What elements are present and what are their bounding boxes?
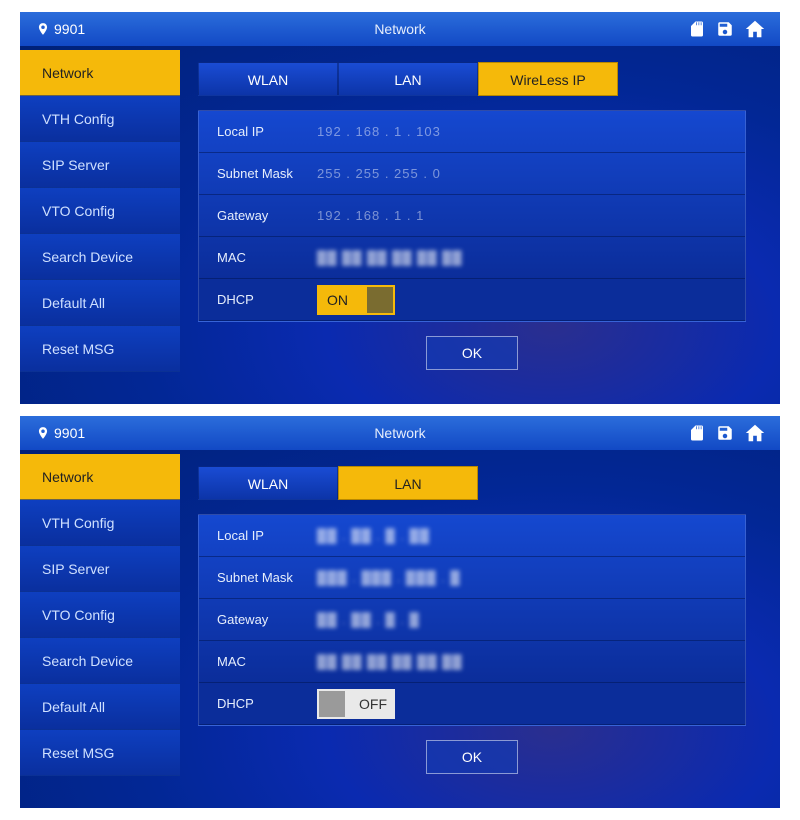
tab-lan[interactable]: LAN [338, 62, 478, 96]
sidebar-item-sip-server[interactable]: SIP Server [20, 546, 180, 592]
ok-button[interactable]: OK [426, 336, 518, 370]
page-title: Network [374, 21, 425, 37]
row-mac: MAC ██ ██ ██ ██ ██ ██ [199, 237, 745, 279]
gateway-label: Gateway [217, 612, 317, 627]
mac-value: ██ ██ ██ ██ ██ ██ [317, 250, 463, 265]
device-id-text: 9901 [54, 425, 85, 441]
row-mac: MAC ██ ██ ██ ██ ██ ██ [199, 641, 745, 683]
sidebar-item-network[interactable]: Network [20, 50, 180, 96]
row-dhcp: DHCP OFF [199, 683, 745, 725]
tabs: WLAN LAN [198, 466, 746, 500]
sidebar-item-vto-config[interactable]: VTO Config [20, 592, 180, 638]
device-id: 9901 [36, 21, 85, 37]
row-local-ip: Local IP ██ . ██ . █ . ██ [199, 515, 745, 557]
local-ip-label: Local IP [217, 124, 317, 139]
location-pin-icon [36, 425, 50, 441]
row-gateway: Gateway ██ . ██ . █ . █ [199, 599, 745, 641]
save-icon[interactable] [716, 20, 734, 38]
sdcard-icon[interactable] [688, 20, 706, 38]
sidebar-item-search-device[interactable]: Search Device [20, 638, 180, 684]
mac-label: MAC [217, 250, 317, 265]
device-id: 9901 [36, 425, 85, 441]
row-dhcp: DHCP ON [199, 279, 745, 321]
dhcp-toggle[interactable]: ON [317, 285, 395, 315]
tab-wlan[interactable]: WLAN [198, 466, 338, 500]
sidebar-item-network[interactable]: Network [20, 454, 180, 500]
toggle-knob [319, 691, 345, 717]
row-local-ip: Local IP 192 . 168 . 1 . 103 [199, 111, 745, 153]
title-bar: 9901 Network [20, 416, 780, 450]
local-ip-value[interactable]: 192 . 168 . 1 . 103 [317, 124, 441, 139]
mac-label: MAC [217, 654, 317, 669]
home-icon[interactable] [744, 422, 766, 444]
subnet-mask-value[interactable]: ███ . ███ . ███ . █ [317, 570, 461, 585]
dhcp-toggle-state: OFF [359, 696, 387, 712]
sidebar-item-default-all[interactable]: Default All [20, 684, 180, 730]
sidebar-item-reset-msg[interactable]: Reset MSG [20, 326, 180, 372]
subnet-mask-value[interactable]: 255 . 255 . 255 . 0 [317, 166, 441, 181]
subnet-mask-label: Subnet Mask [217, 570, 317, 585]
sidebar-item-sip-server[interactable]: SIP Server [20, 142, 180, 188]
settings-panel: Local IP 192 . 168 . 1 . 103 Subnet Mask… [198, 110, 746, 322]
tab-lan[interactable]: LAN [338, 466, 478, 500]
sdcard-icon[interactable] [688, 424, 706, 442]
local-ip-label: Local IP [217, 528, 317, 543]
sidebar-item-reset-msg[interactable]: Reset MSG [20, 730, 180, 776]
settings-panel: Local IP ██ . ██ . █ . ██ Subnet Mask ██… [198, 514, 746, 726]
title-bar: 9901 Network [20, 12, 780, 46]
sidebar-item-vth-config[interactable]: VTH Config [20, 500, 180, 546]
row-subnet-mask: Subnet Mask 255 . 255 . 255 . 0 [199, 153, 745, 195]
dhcp-toggle-state: ON [327, 292, 348, 308]
save-icon[interactable] [716, 424, 734, 442]
sidebar: Network VTH Config SIP Server VTO Config… [20, 46, 180, 404]
tab-wireless-ip[interactable]: WireLess IP [478, 62, 618, 96]
local-ip-value[interactable]: ██ . ██ . █ . ██ [317, 528, 430, 543]
location-pin-icon [36, 21, 50, 37]
sidebar-item-search-device[interactable]: Search Device [20, 234, 180, 280]
dhcp-toggle[interactable]: OFF [317, 689, 395, 719]
gateway-label: Gateway [217, 208, 317, 223]
sidebar-item-vth-config[interactable]: VTH Config [20, 96, 180, 142]
device-id-text: 9901 [54, 21, 85, 37]
dhcp-label: DHCP [217, 696, 317, 711]
mac-value: ██ ██ ██ ██ ██ ██ [317, 654, 463, 669]
sidebar: Network VTH Config SIP Server VTO Config… [20, 450, 180, 808]
row-gateway: Gateway 192 . 168 . 1 . 1 [199, 195, 745, 237]
tab-wlan[interactable]: WLAN [198, 62, 338, 96]
gateway-value[interactable]: ██ . ██ . █ . █ [317, 612, 420, 627]
page-title: Network [374, 425, 425, 441]
toggle-knob [367, 287, 393, 313]
dhcp-label: DHCP [217, 292, 317, 307]
subnet-mask-label: Subnet Mask [217, 166, 317, 181]
home-icon[interactable] [744, 18, 766, 40]
ok-button[interactable]: OK [426, 740, 518, 774]
row-subnet-mask: Subnet Mask ███ . ███ . ███ . █ [199, 557, 745, 599]
sidebar-item-default-all[interactable]: Default All [20, 280, 180, 326]
tabs: WLAN LAN WireLess IP [198, 62, 746, 96]
gateway-value[interactable]: 192 . 168 . 1 . 1 [317, 208, 424, 223]
sidebar-item-vto-config[interactable]: VTO Config [20, 188, 180, 234]
